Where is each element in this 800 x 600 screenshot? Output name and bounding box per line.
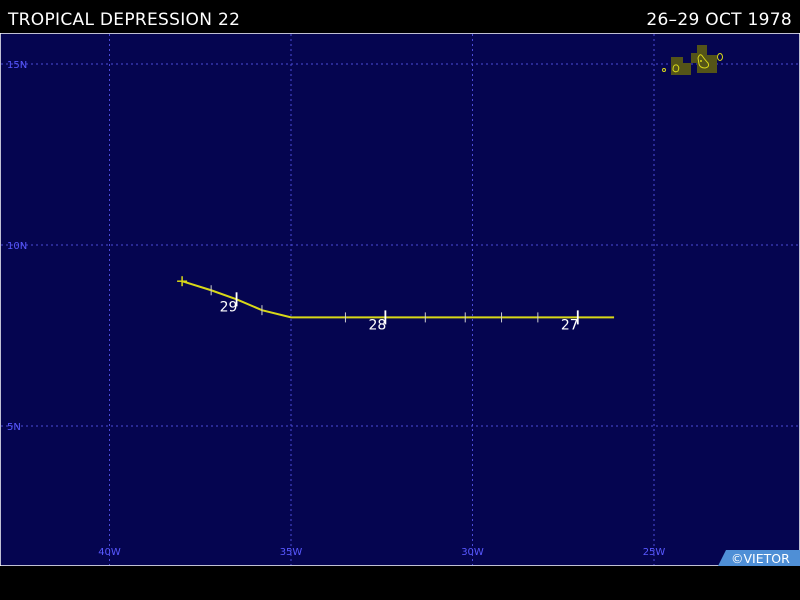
land-shape [671,57,683,75]
land-shape [683,63,691,75]
day-label: 29 [220,299,238,315]
track-map: 15N 10N 5N 40W 35W 30W 25W 27 28 29 [0,33,800,566]
date-range: 26–29 OCT 1978 [646,10,792,30]
latitude-label: 5N [7,422,21,433]
header-bar: TROPICAL DEPRESSION 22 26–29 OCT 1978 [0,0,800,33]
latitude-label: 15N [7,60,27,71]
ocean-background [0,33,800,566]
copyright-badge: ©VIETOR [718,550,800,566]
coastline [700,60,702,62]
longitude-label: 30W [461,547,484,558]
day-label: 27 [561,317,579,333]
longitude-label: 40W [98,547,121,558]
longitude-label: 35W [280,547,303,558]
latitude-label: 10N [7,241,27,252]
storm-title: TROPICAL DEPRESSION 22 [8,10,241,30]
longitude-label: 25W [643,547,666,558]
copyright-text: ©VIETOR [731,551,790,566]
day-label: 28 [368,317,386,333]
footer-bar [0,566,800,600]
